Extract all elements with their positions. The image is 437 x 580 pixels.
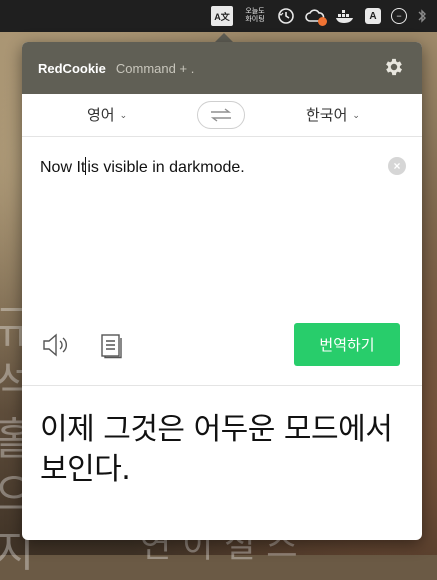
wallpaper-glyph: 으 — [0, 470, 35, 521]
todo-top-label: 오늘도 — [245, 8, 265, 15]
source-language-select[interactable]: 영어 ⌄ — [87, 94, 127, 136]
shortcut-hint: Command + . — [115, 60, 195, 76]
source-text-input[interactable]: Now It is visible in darkmode. — [40, 157, 245, 177]
todo-icon[interactable]: 오늘도 화이팅 — [243, 6, 267, 26]
docker-icon[interactable] — [335, 6, 355, 26]
wallpaper-glyph: 지 — [0, 526, 35, 577]
bluetooth-icon[interactable] — [417, 6, 427, 26]
target-language-select[interactable]: 한국어 ⌄ — [306, 94, 360, 136]
translate-icon[interactable]: A文 — [211, 6, 233, 26]
gear-icon[interactable] — [382, 56, 406, 80]
popover-header: RedCookie Command + . — [22, 42, 422, 94]
wallpaper-glyph: 홀 — [0, 414, 35, 465]
creative-cloud-icon[interactable] — [305, 6, 327, 26]
time-machine-icon[interactable] — [277, 6, 295, 26]
menu-bar: A文 오늘도 화이팅 A − — [0, 0, 437, 32]
translate-button[interactable]: 번역하기 — [294, 323, 400, 366]
chevron-down-icon: ⌄ — [352, 111, 360, 121]
a-box-icon[interactable]: A — [365, 8, 381, 24]
language-bar: 영어 ⌄ 한국어 ⌄ — [22, 94, 422, 137]
copy-icon[interactable] — [100, 333, 122, 359]
todo-bottom-label: 화이팅 — [245, 16, 265, 23]
translation-result: 이제 그것은 어두운 모드에서 보인다. — [40, 412, 393, 487]
no-entry-icon[interactable]: − — [391, 8, 407, 24]
source-input-area[interactable]: Now It is visible in darkmode. × 번역하기 — [22, 137, 422, 386]
source-text-after-caret: is visible in darkmode. — [87, 159, 245, 176]
notification-dot — [318, 17, 327, 26]
source-text-before-caret: Now It — [40, 159, 86, 176]
target-language-label: 한국어 — [306, 106, 348, 124]
app-title: RedCookie — [38, 60, 106, 76]
source-language-label: 영어 — [87, 106, 115, 124]
wallpaper-glyph: 석 — [0, 358, 35, 409]
wallpaper-glyph: 규 — [0, 302, 35, 353]
chevron-down-icon: ⌄ — [119, 111, 128, 121]
translator-popover: RedCookie Command + . 영어 ⌄ 한국어 ⌄ Now It is … — [22, 42, 422, 540]
speaker-icon[interactable] — [42, 333, 72, 357]
wallpaper-side-glyphs: 규석홀으지 — [0, 300, 35, 580]
result-area: 이제 그것은 어두운 모드에서 보인다. — [22, 386, 422, 510]
clear-text-button[interactable]: × — [388, 157, 406, 175]
swap-languages-button[interactable] — [197, 101, 245, 129]
